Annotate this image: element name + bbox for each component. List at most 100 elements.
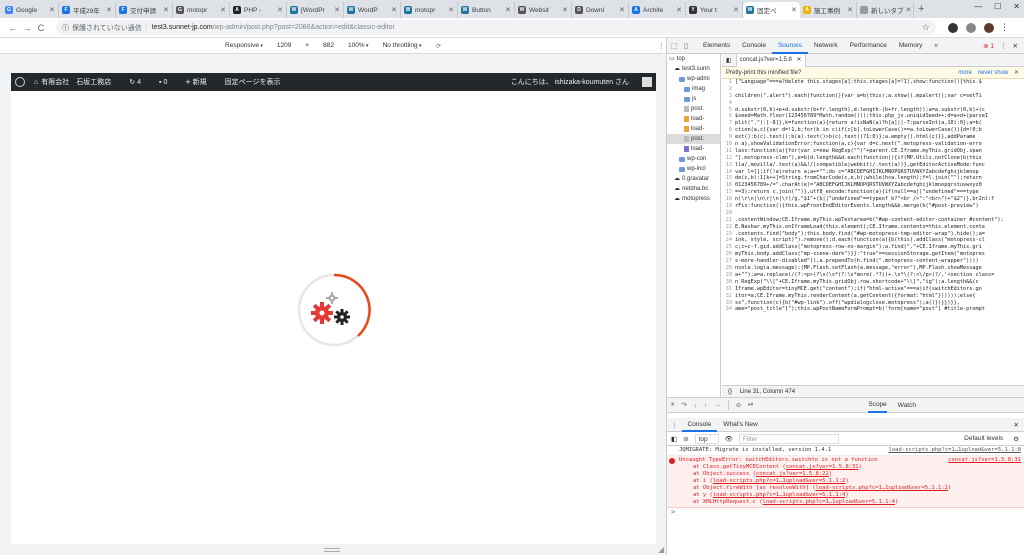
navigator-item[interactable]: load-	[667, 114, 720, 124]
zoom-select[interactable]: 100%	[348, 42, 369, 49]
browser-tab[interactable]: A Archite ✕	[629, 2, 686, 18]
pause-on-exceptions-icon[interactable]: ⏯	[748, 401, 753, 409]
navigator-item[interactable]: imag	[667, 84, 720, 94]
more-link[interactable]: more	[958, 70, 972, 76]
browser-tab[interactable]: G Google ✕	[2, 2, 59, 18]
line-number[interactable]: 22	[722, 224, 732, 231]
line-number[interactable]: 33	[722, 300, 732, 307]
drawer-tab-whats-new[interactable]: What's New	[717, 418, 763, 432]
browser-tab[interactable]: D Downl ✕	[572, 2, 629, 18]
navigator-item[interactable]: ☁ 0.gravatar	[667, 174, 720, 184]
throttle-select[interactable]: No throttling	[383, 42, 422, 49]
close-window-button[interactable]: ✕	[1013, 2, 1020, 11]
viewport-resize-handle[interactable]	[324, 548, 340, 552]
browser-tab[interactable]: W 固定ペ ✕	[743, 2, 800, 18]
browser-tab[interactable]: Y Your t ✕	[686, 2, 743, 18]
never-show-link[interactable]: never show	[978, 70, 1009, 76]
device-select[interactable]: Responsive	[225, 42, 263, 49]
browser-tab[interactable]: W WordP ✕	[344, 2, 401, 18]
browser-tab[interactable]: W Websit ✕	[515, 2, 572, 18]
extension-icon[interactable]	[966, 22, 976, 33]
line-number[interactable]: 2	[722, 86, 732, 93]
navigator-item[interactable]: ▭ top	[667, 54, 720, 64]
line-number[interactable]: 13	[722, 162, 732, 169]
step-over-icon[interactable]: ↷	[681, 401, 686, 409]
updates-link[interactable]: ↻ 4	[129, 78, 150, 87]
tab-close-icon[interactable]: ✕	[389, 6, 397, 14]
tab-network[interactable]: Network	[808, 38, 844, 54]
stack-frame-link[interactable]: load-scripts.php?c=1…1upload&ver=5.1.1:2	[713, 478, 845, 484]
tab-close-icon[interactable]: ✕	[560, 6, 568, 14]
menu-icon[interactable]: ⋮	[1000, 22, 1009, 33]
line-number[interactable]: 32	[722, 293, 732, 300]
tab-elements[interactable]: Elements	[697, 38, 736, 54]
browser-tab[interactable]: F 平成29年 ✕	[59, 2, 116, 18]
tab-close-icon[interactable]: ✕	[731, 6, 739, 14]
browser-tab[interactable]: Wmotopr ✕	[401, 2, 458, 18]
line-number[interactable]: 23	[722, 231, 732, 238]
tab-close-icon[interactable]: ✕	[617, 6, 625, 14]
pause-icon[interactable]: ⏸	[671, 401, 674, 409]
line-number[interactable]: 30	[722, 279, 732, 286]
tab-close-icon[interactable]: ✕	[161, 6, 169, 14]
navigator-item[interactable]: js	[667, 94, 720, 104]
more-options-icon[interactable]: ⋮	[658, 42, 665, 50]
back-icon[interactable]: ←	[6, 23, 20, 33]
clear-console-icon[interactable]: ⊘	[683, 435, 688, 443]
stack-frame-link[interactable]: concat.js?ver=1.5.8:22	[756, 471, 829, 477]
stack-frame-link[interactable]: load-scripts.php?c=1…1upload&ver=5.1.1:4	[763, 499, 895, 505]
tab-close-icon[interactable]: ✕	[904, 6, 912, 14]
line-number[interactable]: 31	[722, 286, 732, 293]
line-number[interactable]: 17	[722, 189, 732, 196]
line-number[interactable]: 4	[722, 100, 732, 107]
sidebar-toggle-icon[interactable]: ◧	[671, 435, 677, 443]
extension-icon[interactable]	[948, 22, 958, 33]
tab-close-icon[interactable]: ✕	[332, 6, 340, 14]
line-number[interactable]: 1	[722, 79, 732, 86]
viewport-corner-grip[interactable]: ◢	[658, 545, 664, 554]
browser-tab[interactable]: 新しいタブ ✕	[857, 2, 914, 18]
navigator-item[interactable]: ☁ netdna.bc	[667, 184, 720, 194]
error-count-badge[interactable]: ⊗ 1	[983, 42, 994, 50]
console-prompt[interactable]: >	[667, 508, 1024, 516]
step-icon[interactable]: →	[714, 402, 721, 409]
browser-tab[interactable]: W [WordPr ✕	[287, 2, 344, 18]
navigator-item[interactable]: wp-incl	[667, 164, 720, 174]
tab-console[interactable]: Console	[736, 38, 772, 54]
device-toggle-icon[interactable]: ▯	[684, 42, 693, 50]
line-number[interactable]: 15	[722, 175, 732, 182]
line-number[interactable]: 27	[722, 258, 732, 265]
bookmark-star-icon[interactable]: ☆	[922, 22, 930, 33]
line-number[interactable]: 19	[722, 203, 732, 210]
stack-frame-link[interactable]: concat.js?ver=1.5.8:31	[786, 464, 859, 470]
tab-close-icon[interactable]: ✕	[47, 6, 55, 14]
message-source-link[interactable]: concat.js?ver=1.5.8:31	[948, 457, 1021, 464]
wordpress-logo-icon[interactable]	[15, 77, 25, 87]
message-source-link[interactable]: load-scripts.php?c=1…1upload&ver=5.1.1:8	[889, 447, 1021, 454]
tab-close-icon[interactable]: ✕	[104, 6, 112, 14]
line-number[interactable]: 3	[722, 93, 732, 100]
browser-tab[interactable]: A 施工事例 ✕	[800, 2, 857, 18]
browser-tab[interactable]: A PHP - ✕	[230, 2, 287, 18]
line-number[interactable]: 24	[722, 237, 732, 244]
tab-close-icon[interactable]: ✕	[446, 6, 454, 14]
tab-sources[interactable]: Sources	[771, 38, 808, 54]
stack-frame-link[interactable]: load-scripts.php?c=1…1upload&ver=5.1.1:4	[713, 492, 845, 498]
tab-close-icon[interactable]: ✕	[503, 6, 511, 14]
toggle-navigator-icon[interactable]: ◧	[726, 57, 732, 64]
view-page-link[interactable]: 固定ページを表示	[225, 77, 281, 87]
tab-scope[interactable]: Scope	[868, 397, 887, 413]
line-number[interactable]: 26	[722, 251, 732, 258]
log-levels-select[interactable]: Default levels	[964, 435, 1003, 442]
viewport-width[interactable]: 1209	[277, 42, 291, 49]
inspect-icon[interactable]: ⬚	[671, 42, 680, 50]
browser-tab[interactable]: F 交付申請 ✕	[116, 2, 173, 18]
navigator-item[interactable]: ☁ motopress	[667, 194, 720, 204]
console-settings-icon[interactable]: ⚙	[1013, 435, 1019, 443]
rotate-icon[interactable]: ⟳	[436, 42, 441, 50]
line-number[interactable]: 9	[722, 134, 732, 141]
info-icon[interactable]: ⓘ	[62, 23, 69, 33]
line-number[interactable]: 28	[722, 265, 732, 272]
line-number[interactable]: 21	[722, 217, 732, 224]
tab-watch[interactable]: Watch	[898, 402, 916, 409]
